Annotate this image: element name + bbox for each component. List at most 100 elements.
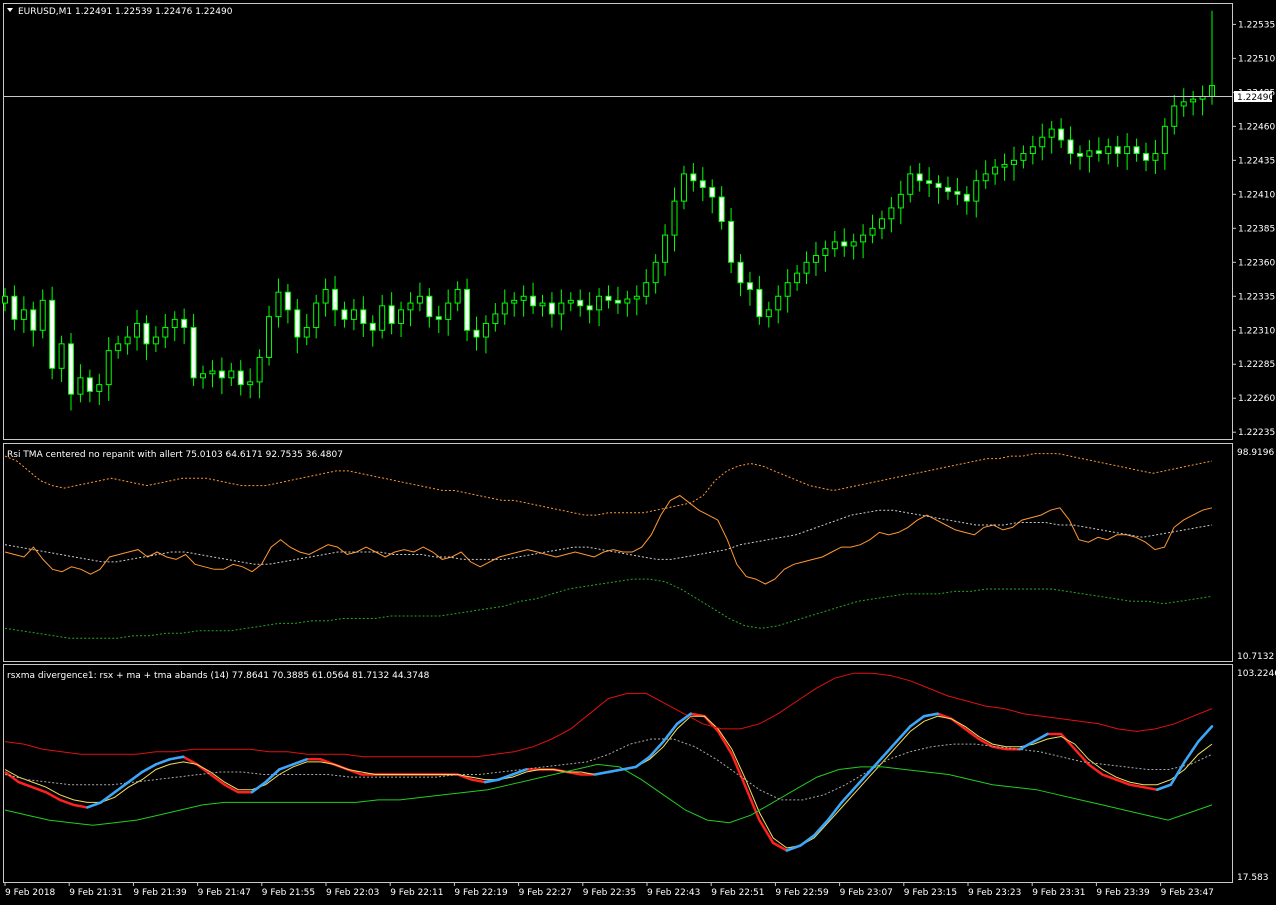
candle-body (350, 309, 357, 320)
candle-body (369, 322, 376, 331)
candle-body (614, 299, 621, 304)
candle-body (209, 370, 216, 375)
rsx-rising-segment (291, 758, 308, 766)
rsx-bottom-label: 17.583 (1237, 873, 1269, 883)
time-tick-label: 9 Feb 22:51 (711, 888, 764, 898)
candle-body (652, 261, 659, 284)
rsx-panel-frame (3, 664, 1233, 883)
rsx-rising-segment (86, 801, 103, 809)
candle-body (1152, 153, 1159, 161)
candle-body (322, 288, 329, 304)
candle-body (567, 299, 574, 304)
price-axis: 1.225351.225101.224851.224601.224351.224… (1232, 20, 1275, 438)
candle-body (303, 327, 310, 338)
price-tick-label: 1.22385 (1238, 224, 1275, 234)
rsx-rising-segment (922, 712, 939, 718)
candle-body (794, 272, 801, 284)
candle-body (765, 309, 772, 318)
rsx-rising-segment (1183, 740, 1200, 764)
time-tick-label: 9 Feb 23:31 (1032, 888, 1085, 898)
candle-body (1058, 128, 1065, 141)
candle-body (49, 299, 56, 369)
candle-body (218, 370, 225, 379)
candle-body (718, 196, 725, 222)
rsx-rising-segment (1018, 740, 1035, 751)
main-panel-frame (3, 3, 1233, 440)
candle-body (398, 309, 405, 324)
candle-body (530, 295, 537, 307)
candle-body (841, 241, 848, 247)
time-tick-label: 9 Feb 2018 (5, 888, 56, 898)
candle-body (624, 298, 631, 304)
rsi-top-label: 98.9196 (1237, 448, 1274, 458)
candle-body (39, 299, 46, 331)
price-tick-label: 1.22410 (1238, 190, 1275, 200)
candle-body (388, 305, 395, 324)
candle-body (152, 336, 159, 345)
price-tick-label: 1.22435 (1238, 156, 1275, 166)
candle-body (1190, 98, 1197, 103)
candle-body (577, 299, 584, 307)
candle-body (341, 309, 348, 320)
candle-body (1039, 136, 1046, 148)
candle-body (1180, 101, 1187, 107)
candle-body (916, 173, 923, 182)
rsx-rising-segment (1169, 760, 1186, 786)
candle-body (96, 384, 103, 392)
rsx-rising-segment (799, 834, 816, 847)
candle-body (643, 282, 650, 297)
candle-body (256, 356, 263, 383)
candle-body (1076, 153, 1083, 157)
time-tick-label: 9 Feb 22:11 (390, 888, 443, 898)
candle-body (482, 322, 489, 338)
candle-body (831, 241, 838, 250)
candle-body (1001, 163, 1008, 168)
candle-body (200, 373, 207, 379)
candle-body (416, 295, 423, 304)
candle-body (284, 291, 291, 311)
candle-body (445, 302, 452, 320)
candle-body (247, 381, 254, 386)
candle-body (954, 191, 961, 195)
candle-body (313, 302, 320, 329)
rsx-rising-segment (607, 768, 624, 774)
candle-body (162, 327, 169, 338)
price-tick-label: 1.22310 (1238, 326, 1275, 336)
time-tick-label: 9 Feb 21:31 (69, 888, 122, 898)
rsx-rising-segment (154, 758, 171, 766)
candle-body (878, 218, 885, 229)
rsx-rising-segment (593, 770, 610, 776)
time-tick-label: 9 Feb 23:23 (968, 888, 1021, 898)
rsi-line (4, 494, 1213, 585)
candle-body (190, 327, 197, 379)
candle-body (1020, 153, 1027, 161)
candle-body (662, 234, 669, 263)
candle-body (426, 295, 433, 318)
rsx-rising-segment (1197, 725, 1214, 743)
time-tick-label: 9 Feb 22:19 (454, 888, 508, 898)
rsx-lower-band (4, 763, 1213, 826)
candle-body (690, 173, 697, 182)
time-tick-label: 9 Feb 23:07 (840, 888, 893, 898)
candle-body (586, 305, 593, 311)
price-tick-label: 1.22510 (1238, 54, 1275, 64)
candle-body (332, 288, 339, 311)
candle-body (671, 200, 678, 236)
rsi-lines (4, 453, 1213, 639)
price-tick-label: 1.22235 (1238, 428, 1275, 438)
candle-body (520, 295, 527, 301)
rsi-lower-band (4, 578, 1213, 639)
rsx-top-label: 103.2246 (1237, 669, 1276, 679)
rsx-rising-segment (168, 755, 185, 761)
candle-body (907, 173, 914, 195)
time-tick-label: 9 Feb 21:39 (133, 888, 187, 898)
candle-body (756, 288, 763, 318)
rsx-rising-segment (826, 801, 843, 822)
candle-body (1161, 125, 1168, 155)
candle-body (1114, 146, 1121, 155)
rsi-bottom-label: 10.7132 (1237, 652, 1274, 662)
candle-body (605, 295, 612, 301)
chevron-down-icon[interactable] (7, 8, 13, 12)
time-axis: 9 Feb 2018 9 Feb 21:31 9 Feb 21:39 9 Feb 21… (4, 882, 1214, 898)
candle-body (548, 302, 555, 315)
